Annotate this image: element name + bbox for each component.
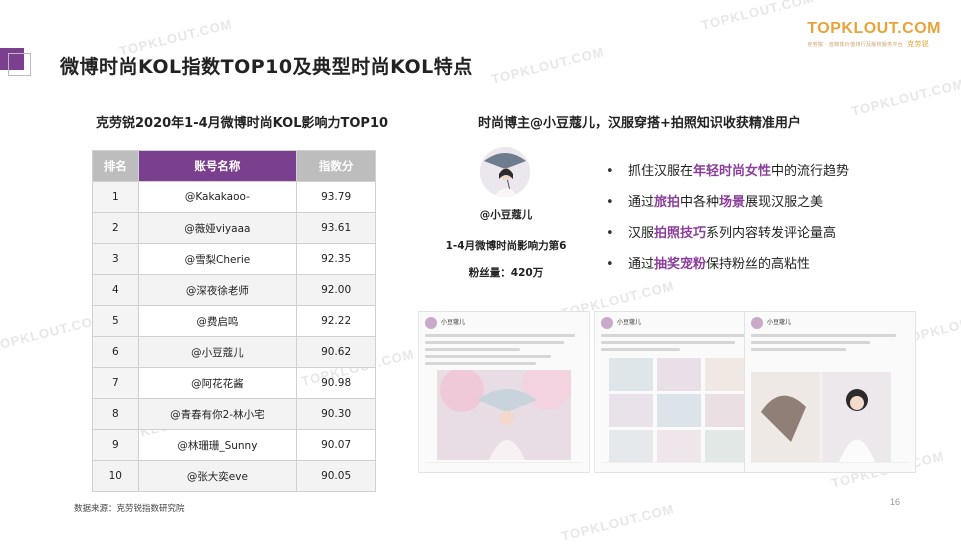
post-avatar [751, 317, 763, 329]
account-cell: @青春有你2-林小宅 [137, 398, 298, 430]
data-source-note: 数据来源：克劳锐指数研究院 [74, 504, 185, 514]
header-rank: 排名 [92, 150, 139, 182]
feature-item: • 通过抽奖宠粉保持粉丝的高粘性 [606, 249, 849, 280]
brand-logo: TOPKLOUT.COM 克劳锐 · 自媒体价值排行及版权服务平台 克劳锐 [807, 20, 941, 49]
table-row: 8 @青春有你2-林小宅 90.30 [92, 398, 376, 430]
account-cell: @张大奕eve [137, 460, 298, 492]
weibo-post-screenshot: 小豆蔻儿 [418, 311, 590, 473]
kol-rank: 1-4月微博时尚影响力第6 [445, 240, 567, 252]
table-row: 2 @薇娅viyaaa 93.61 [92, 212, 376, 244]
table-row: 5 @费启鸣 92.22 [92, 305, 376, 337]
rank-cell: 3 [92, 243, 139, 275]
table-row: 10 @张大奕eve 90.05 [92, 460, 376, 492]
rank-cell: 2 [92, 212, 139, 244]
weibo-post-screenshot: 小豆蔻儿 [744, 311, 916, 473]
bullet-icon: • [606, 195, 614, 210]
feature-list: • 抓住汉服在年轻时尚女性中的流行趋势 • 通过旅拍中各种场景展现汉服之美 • 汉服拍… [606, 156, 849, 280]
score-cell: 90.30 [296, 398, 376, 430]
account-cell: @阿花花酱 [137, 367, 298, 399]
kol-avatar [480, 147, 530, 197]
post-photo [437, 370, 571, 460]
brand-name: 克劳锐 [907, 40, 929, 48]
brand-logo-text: TOPKLOUT.COM [807, 20, 941, 37]
brand-tagline: 克劳锐 · 自媒体价值排行及版权服务平台 克劳锐 [807, 40, 929, 48]
feature-item: • 抓住汉服在年轻时尚女性中的流行趋势 [606, 156, 849, 187]
score-cell: 92.35 [296, 243, 376, 275]
page-number: 16 [890, 497, 901, 507]
kol-name: @小豆蔻儿 [479, 209, 533, 221]
header-account: 账号名称 [137, 150, 298, 182]
rank-cell: 1 [92, 181, 139, 213]
post-username: 小豆蔻儿 [441, 319, 466, 326]
rank-cell: 6 [92, 336, 139, 368]
score-cell: 90.98 [296, 367, 376, 399]
score-cell: 90.05 [296, 460, 376, 492]
post-avatar [425, 317, 437, 329]
post-username: 小豆蔻儿 [767, 319, 792, 326]
weibo-post-screenshot: 小豆蔻儿 [594, 311, 766, 473]
title-accent-outline [8, 53, 31, 76]
watermark: TOPKLOUT.COM [489, 44, 606, 87]
score-cell: 90.07 [296, 429, 376, 461]
rank-cell: 10 [92, 460, 139, 492]
score-cell: 93.79 [296, 181, 376, 213]
table-row: 7 @阿花花酱 90.98 [92, 367, 376, 399]
watermark: TOPKLOUT.COM [559, 501, 676, 544]
section-title: 时尚博主@小豆蔻儿，汉服穿搭+拍照知识收获精准用户 [478, 116, 801, 131]
bullet-icon: • [606, 164, 614, 179]
table-header-row: 排名 账号名称 指数分 [92, 150, 376, 182]
page-title: 微博时尚KOL指数TOP10及典型时尚KOL特点 [60, 56, 473, 78]
score-cell: 92.00 [296, 274, 376, 306]
account-cell: @薇娅viyaaa [137, 212, 298, 244]
table-row: 9 @林珊珊_Sunny 90.07 [92, 429, 376, 461]
watermark: TOPKLOUT.COM [699, 0, 816, 33]
account-cell: @林珊珊_Sunny [137, 429, 298, 461]
watermark: TOPKLOUT.COM [0, 311, 106, 354]
score-cell: 93.61 [296, 212, 376, 244]
account-cell: @费启鸣 [137, 305, 298, 337]
account-cell: @雪梨Cherie [137, 243, 298, 275]
kol-fans: 粉丝量：420万 [468, 267, 544, 279]
post-avatar [601, 317, 613, 329]
ranking-table: 排名 账号名称 指数分 1 @Kakakaoo- 93.79 2 @薇娅viyaaa 9… [92, 150, 376, 492]
account-cell: @小豆蔻儿 [137, 336, 298, 368]
table-row: 6 @小豆蔻儿 90.62 [92, 336, 376, 368]
table-title: 克劳锐2020年1-4月微博时尚KOL影响力TOP10 [96, 116, 389, 131]
account-cell: @深夜徐老师 [137, 274, 298, 306]
rank-cell: 8 [92, 398, 139, 430]
avatar-illustration [480, 147, 530, 197]
post-video-still [751, 372, 891, 462]
feature-item: • 汉服拍照技巧系列内容转发评论量高 [606, 218, 849, 249]
watermark: TOPKLOUT.COM [849, 76, 961, 119]
account-cell: @Kakakaoo- [137, 181, 298, 213]
post-photo-grid [609, 358, 749, 463]
rank-cell: 7 [92, 367, 139, 399]
rank-cell: 5 [92, 305, 139, 337]
bullet-icon: • [606, 226, 614, 241]
score-cell: 90.62 [296, 336, 376, 368]
feature-item: • 通过旅拍中各种场景展现汉服之美 [606, 187, 849, 218]
post-username: 小豆蔻儿 [617, 319, 642, 326]
rank-cell: 4 [92, 274, 139, 306]
bullet-icon: • [606, 257, 614, 272]
table-row: 4 @深夜徐老师 92.00 [92, 274, 376, 306]
score-cell: 92.22 [296, 305, 376, 337]
header-score: 指数分 [296, 150, 376, 182]
rank-cell: 9 [92, 429, 139, 461]
table-row: 1 @Kakakaoo- 93.79 [92, 181, 376, 213]
table-row: 3 @雪梨Cherie 92.35 [92, 243, 376, 275]
